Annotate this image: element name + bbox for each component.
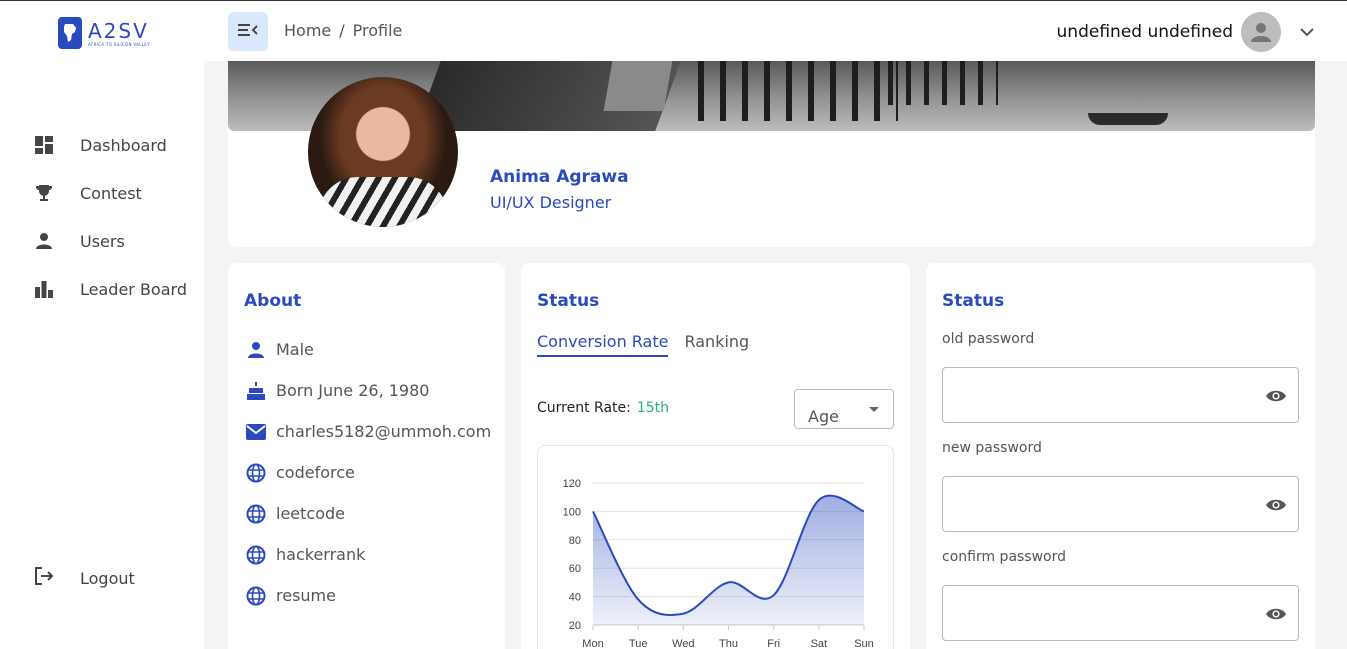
breadcrumb: Home / Profile bbox=[284, 21, 402, 40]
user-menu[interactable]: undefined undefined bbox=[1057, 12, 1315, 52]
top-header: Home / Profile undefined undefined bbox=[204, 0, 1347, 61]
dashboard-icon bbox=[34, 135, 54, 155]
brand-tagline: AFRICA TO SILICON VALLEY bbox=[88, 41, 150, 47]
y-tick-label: 80 bbox=[569, 535, 581, 547]
logout-icon bbox=[34, 566, 54, 590]
current-rate-label: Current Rate: bbox=[537, 400, 631, 416]
status-card: Status Conversion Rate Ranking Current R… bbox=[521, 263, 910, 649]
conversion-rate-chart: 20 40 60 80 100 120 Mon Tue Wed Thu Fri Sat Sun bbox=[537, 445, 894, 649]
confirm-password-label: confirm password bbox=[942, 549, 1067, 565]
age-select-value: Age bbox=[808, 407, 839, 426]
sidebar-item-users[interactable]: Users bbox=[0, 217, 204, 265]
logout-label: Logout bbox=[80, 568, 135, 588]
chart-svg: 20 40 60 80 100 120 Mon Tue Wed Thu Fri Sat Sun bbox=[563, 478, 874, 649]
y-tick-label: 40 bbox=[569, 592, 581, 604]
breadcrumb-separator: / bbox=[339, 21, 345, 40]
chevron-down-icon[interactable] bbox=[1299, 24, 1315, 40]
person-icon bbox=[244, 338, 268, 362]
sidebar-item-label: Users bbox=[80, 231, 125, 251]
avatar[interactable] bbox=[1241, 12, 1281, 52]
tab-ranking[interactable]: Ranking bbox=[684, 332, 749, 357]
list-item[interactable]: hackerrank bbox=[244, 534, 491, 575]
sidebar-item-label: Contest bbox=[80, 183, 142, 203]
old-password-label: old password bbox=[942, 331, 1035, 347]
y-tick-label: 100 bbox=[563, 506, 581, 518]
logout-button[interactable]: Logout bbox=[0, 554, 204, 602]
profile-role: UI/UX Designer bbox=[490, 193, 612, 212]
sidebar-item-label: Dashboard bbox=[80, 135, 167, 155]
menu-collapse-icon bbox=[238, 22, 258, 42]
y-tick-label: 60 bbox=[569, 563, 581, 575]
new-password-label: new password bbox=[942, 440, 1042, 456]
x-tick-label: Sat bbox=[811, 638, 828, 649]
eye-icon[interactable] bbox=[1264, 495, 1288, 515]
age-select[interactable]: Age bbox=[794, 389, 894, 429]
y-tick-label: 20 bbox=[569, 620, 581, 632]
africa-logo-icon bbox=[58, 17, 82, 49]
globe-icon bbox=[244, 584, 268, 608]
area-fill bbox=[593, 495, 864, 625]
sidebar-item-leader-board[interactable]: Leader Board bbox=[0, 265, 204, 313]
email-text[interactable]: charles5182@ummoh.com bbox=[276, 422, 491, 441]
profile-card: Anima Agrawa UI/UX Designer bbox=[228, 61, 1315, 247]
sidebar-nav: Dashboard Contest Users Leader Board bbox=[0, 121, 204, 313]
list-item[interactable]: codeforce bbox=[244, 452, 491, 493]
link-resume[interactable]: resume bbox=[276, 586, 336, 605]
link-codeforce[interactable]: codeforce bbox=[276, 463, 355, 482]
current-rate: Current Rate: 15th bbox=[537, 400, 669, 416]
sidebar-item-contest[interactable]: Contest bbox=[0, 169, 204, 217]
brand-logo[interactable]: A2SV AFRICA TO SILICON VALLEY bbox=[58, 16, 158, 50]
confirm-password-field[interactable] bbox=[942, 585, 1299, 641]
globe-icon bbox=[244, 543, 268, 567]
sidebar-item-dashboard[interactable]: Dashboard bbox=[0, 121, 204, 169]
breadcrumb-current: Profile bbox=[352, 21, 403, 40]
about-list: Male Born June 26, 1980 charles5182@ummo… bbox=[244, 329, 491, 616]
new-password-field[interactable] bbox=[942, 476, 1299, 532]
profile-photo bbox=[308, 77, 458, 227]
x-tick-label: Tue bbox=[629, 638, 648, 649]
user-name: undefined undefined bbox=[1056, 22, 1233, 42]
link-leetcode[interactable]: leetcode bbox=[276, 504, 345, 523]
list-item: Male bbox=[244, 329, 491, 370]
profile-name: Anima Agrawa bbox=[490, 167, 629, 187]
x-tick-label: Thu bbox=[719, 638, 738, 649]
globe-icon bbox=[244, 461, 268, 485]
y-tick-label: 120 bbox=[563, 478, 581, 490]
link-hackerrank[interactable]: hackerrank bbox=[276, 545, 365, 564]
user-icon bbox=[34, 231, 54, 251]
current-rate-value: 15th bbox=[636, 400, 670, 416]
sidebar-item-label: Leader Board bbox=[80, 279, 187, 299]
tab-conversion-rate[interactable]: Conversion Rate bbox=[537, 332, 669, 357]
eye-icon[interactable] bbox=[1264, 386, 1288, 406]
about-card: About Male Born June 26, 1980 charles518… bbox=[228, 263, 505, 649]
sidebar: A2SV AFRICA TO SILICON VALLEY Dashboard … bbox=[0, 0, 204, 649]
status-title: Status bbox=[537, 291, 600, 311]
eye-icon[interactable] bbox=[1264, 604, 1288, 624]
password-card: Status old password new password confirm… bbox=[926, 263, 1315, 649]
list-item[interactable]: resume bbox=[244, 575, 491, 616]
globe-icon bbox=[244, 502, 268, 526]
birthday-text: Born June 26, 1980 bbox=[276, 381, 430, 400]
status-tabs: Conversion Rate Ranking bbox=[537, 332, 749, 357]
caret-down-icon bbox=[869, 407, 879, 412]
x-tick-label: Mon bbox=[582, 638, 603, 649]
bar-chart-icon bbox=[34, 279, 54, 299]
list-item[interactable]: leetcode bbox=[244, 493, 491, 534]
x-tick-label: Wed bbox=[672, 638, 694, 649]
x-tick-label: Fri bbox=[767, 638, 780, 649]
list-item: Born June 26, 1980 bbox=[244, 370, 491, 411]
cake-icon bbox=[244, 379, 268, 403]
about-title: About bbox=[244, 291, 302, 311]
password-card-title: Status bbox=[942, 291, 1005, 311]
x-tick-label: Sun bbox=[854, 638, 874, 649]
old-password-field[interactable] bbox=[942, 367, 1299, 423]
mail-icon bbox=[244, 420, 268, 444]
list-item: charles5182@ummoh.com bbox=[244, 411, 491, 452]
trophy-icon bbox=[34, 183, 54, 203]
brand-name: A2SV bbox=[88, 18, 149, 43]
collapse-sidebar-button[interactable] bbox=[228, 12, 268, 51]
breadcrumb-home[interactable]: Home bbox=[284, 21, 331, 40]
gender-text: Male bbox=[276, 340, 314, 359]
